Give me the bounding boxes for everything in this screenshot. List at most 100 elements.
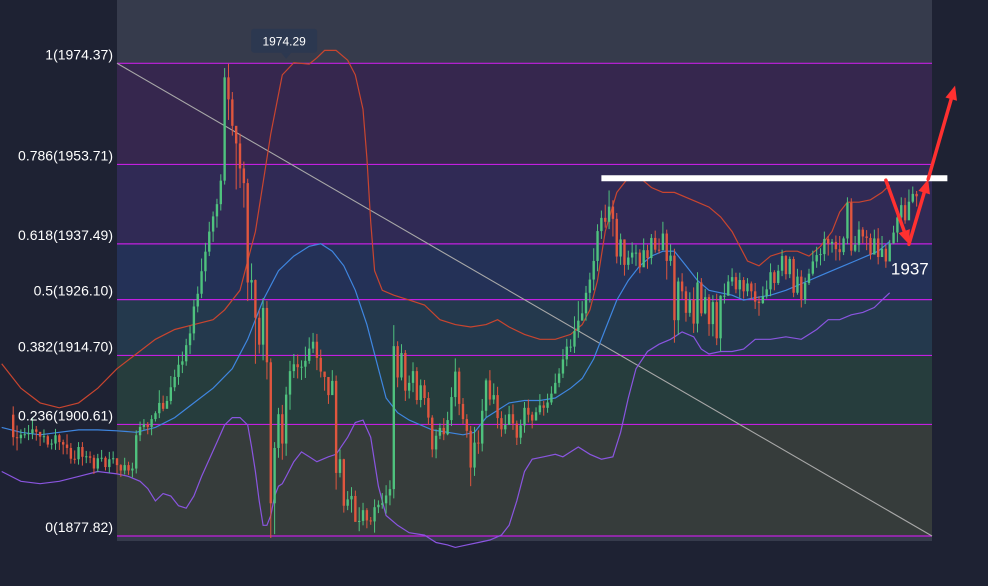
candle[interactable] [12, 406, 15, 446]
candle-body [261, 307, 265, 345]
candle[interactable] [223, 68, 226, 185]
candle-body [646, 250, 649, 259]
price-chart[interactable]: 1937 1(1974.37) 0.786(1953.71) 0.618(1937.… [0, 0, 988, 581]
candle-body [550, 393, 553, 403]
candle-body [673, 255, 676, 321]
candle-body [903, 205, 907, 221]
candle-body [892, 232, 895, 244]
candle[interactable] [846, 197, 849, 245]
candle[interactable] [50, 439, 53, 450]
candle-body [730, 277, 734, 282]
candle[interactable] [700, 278, 703, 317]
candle[interactable] [65, 434, 69, 455]
candle-body [796, 276, 799, 293]
candle-body [638, 252, 642, 268]
candle-body [115, 458, 119, 466]
candle-body [481, 410, 484, 444]
candle[interactable] [111, 451, 115, 464]
candle-body [803, 282, 807, 300]
candle[interactable] [46, 434, 49, 448]
candle-body [734, 277, 738, 290]
candle[interactable] [42, 429, 46, 443]
candle-body [861, 229, 864, 237]
candle[interactable] [792, 256, 795, 298]
chart-canvas[interactable]: 1937 1(1974.37) 0.786(1953.71) 0.618(1937.… [0, 0, 988, 581]
candle[interactable] [88, 451, 92, 464]
candle-body [404, 352, 407, 391]
candle-body [127, 465, 130, 471]
candle-body [73, 458, 76, 460]
candle[interactable] [108, 451, 111, 473]
candle-body [150, 419, 153, 427]
candle-body [727, 281, 730, 296]
candle[interactable] [69, 443, 73, 464]
fib-level-label: 0.618(1937.49) [18, 227, 113, 243]
candle-body [407, 382, 411, 391]
candle-body [538, 405, 542, 413]
candle-body [65, 444, 69, 448]
candle-body [196, 293, 199, 307]
candle[interactable] [38, 431, 42, 447]
candle[interactable] [61, 439, 65, 455]
candle-body [857, 229, 861, 245]
candle[interactable] [92, 454, 96, 474]
candle[interactable] [77, 442, 80, 465]
arrow[interactable] [926, 85, 957, 181]
candle[interactable] [850, 198, 853, 256]
candle-body [334, 380, 338, 473]
candle-body [696, 282, 699, 324]
candle-body [823, 238, 826, 255]
candle-body [365, 510, 369, 521]
candle[interactable] [85, 450, 88, 464]
candle-body [411, 371, 415, 383]
candle-body [669, 255, 672, 261]
candle-body [42, 436, 46, 438]
candle-body [500, 418, 503, 430]
fib-level-label: 1(1974.37) [45, 46, 113, 62]
candle[interactable] [615, 212, 618, 264]
candle[interactable] [15, 425, 19, 451]
fib-level-label: 0.382(1914.70) [18, 338, 113, 354]
candle[interactable] [104, 456, 107, 471]
candle-body [69, 447, 73, 459]
candle-body [15, 437, 19, 439]
candle[interactable] [35, 425, 38, 441]
candle-body [77, 446, 80, 460]
candle[interactable] [342, 458, 346, 513]
candle-body [684, 291, 688, 313]
candle-body [192, 306, 196, 334]
candle-body [434, 435, 438, 450]
candle[interactable] [100, 449, 103, 462]
candle-body [173, 376, 176, 388]
fib-level-label: 0.786(1953.71) [18, 147, 113, 163]
candle-body [169, 387, 173, 401]
candle-body [692, 299, 695, 324]
candle-body [381, 503, 384, 505]
candle-body [757, 301, 761, 304]
candle-body [657, 249, 661, 251]
candle[interactable] [96, 453, 99, 472]
candle[interactable] [73, 450, 76, 464]
candle-body [388, 489, 392, 496]
candle-body [596, 231, 599, 261]
candle-body [200, 271, 203, 294]
candle[interactable] [392, 325, 395, 499]
candle-body [338, 459, 342, 473]
candle-body [846, 202, 849, 239]
candle-body [788, 258, 791, 275]
candle[interactable] [54, 428, 57, 450]
candle-body [850, 202, 853, 251]
candle[interactable] [415, 367, 419, 405]
candle-body [111, 458, 115, 460]
candle[interactable] [58, 433, 61, 450]
candle-body [377, 504, 380, 508]
candle-body [265, 307, 269, 363]
candle-body [12, 414, 15, 438]
candle-body [507, 414, 511, 425]
candle[interactable] [334, 375, 338, 490]
candle[interactable] [81, 442, 84, 466]
candle-body [869, 237, 872, 255]
candle[interactable] [135, 430, 138, 474]
candle-body [688, 299, 691, 313]
candle[interactable] [27, 424, 30, 441]
